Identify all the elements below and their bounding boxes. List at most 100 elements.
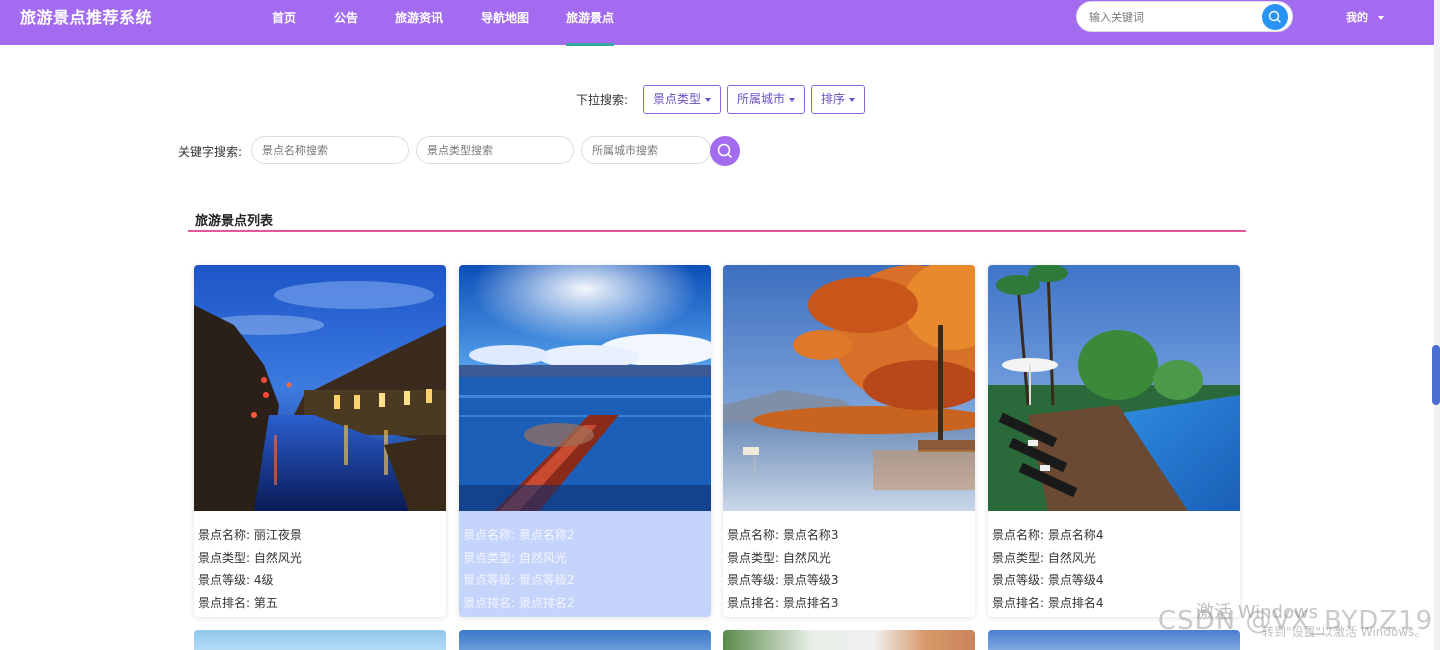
attraction-type: 自然风光 — [518, 550, 567, 565]
attraction-card-6[interactable] — [459, 630, 711, 650]
attraction-name-search-input[interactable] — [251, 136, 409, 164]
city-search-input[interactable] — [581, 136, 711, 164]
attraction-type: 自然风光 — [253, 550, 302, 565]
dropdown-sort-label: 排序 — [821, 92, 846, 106]
dropdown-city[interactable]: 所属城市 — [727, 85, 806, 114]
card-row-level: 景点等级: 4级 — [198, 569, 302, 592]
windows-activate-hint: 转到"设置"以激活 Windows。 — [1262, 625, 1427, 639]
dropdown-city-label: 所属城市 — [737, 92, 786, 106]
level-label: 景点等级: — [727, 573, 783, 587]
attraction-level: 景点等级2 — [518, 573, 575, 587]
search-icon — [717, 143, 732, 158]
attraction-card-7[interactable] — [723, 630, 975, 650]
card-row-type: 景点类型: 自然风光 — [463, 547, 575, 570]
nav-home[interactable]: 首页 — [272, 9, 296, 26]
attraction-card-4[interactable]: 景点名称: 景点名称4 景点类型: 自然风光 景点等级: 景点等级4 景点排名:… — [988, 265, 1240, 617]
type-label: 景点类型: — [198, 550, 254, 565]
card-row-type: 景点类型: 自然风光 — [198, 547, 302, 570]
attraction-image-night-town — [194, 265, 446, 511]
attraction-rank: 第五 — [253, 595, 278, 610]
card-row-level: 景点等级: 景点等级2 — [463, 569, 575, 592]
attraction-image-autumn-lake — [723, 265, 975, 511]
attraction-card-2[interactable]: 景点名称: 景点名称2 景点类型: 自然风光 景点等级: 景点等级2 景点排名:… — [459, 265, 711, 617]
attraction-image-resort-pool — [988, 265, 1240, 511]
card-info: 景点名称: 景点名称4 景点类型: 自然风光 景点等级: 景点等级4 景点排名:… — [992, 524, 1104, 614]
level-label: 景点等级: — [198, 573, 254, 587]
page-scrollbar[interactable] — [1434, 0, 1440, 650]
type-label: 景点类型: — [992, 550, 1048, 565]
attraction-name: 景点名称2 — [518, 528, 575, 542]
nav-attractions[interactable]: 旅游景点 — [566, 9, 614, 26]
card-row-level: 景点等级: 景点等级4 — [992, 569, 1104, 592]
card-row-rank: 景点排名: 景点排名4 — [992, 592, 1104, 615]
card-info: 景点名称: 景点名称2 景点类型: 自然风光 景点等级: 景点等级2 景点排名:… — [463, 524, 575, 614]
name-label: 景点名称: — [727, 528, 783, 542]
attraction-rank: 景点排名3 — [782, 595, 839, 610]
dropdown-sort[interactable]: 排序 — [811, 85, 866, 114]
header-search-input[interactable] — [1089, 8, 1249, 26]
name-label: 景点名称: — [992, 528, 1048, 542]
dropdown-attraction-type[interactable]: 景点类型 — [643, 85, 722, 114]
card-row-type: 景点类型: 自然风光 — [992, 547, 1104, 570]
keyword-search-label: 关键字搜索: — [178, 145, 243, 159]
user-menu[interactable]: 我的 — [1346, 9, 1384, 25]
attraction-level: 4级 — [253, 573, 274, 587]
card-row-name: 景点名称: 景点名称3 — [727, 524, 839, 547]
card-row-level: 景点等级: 景点等级3 — [727, 569, 839, 592]
card-row-rank: 景点排名: 第五 — [198, 592, 302, 615]
attraction-name: 景点名称4 — [1047, 528, 1104, 542]
level-label: 景点等级: — [463, 573, 519, 587]
nav-notice[interactable]: 公告 — [334, 9, 358, 26]
card-row-rank: 景点排名: 景点排名2 — [463, 592, 575, 615]
type-label: 景点类型: — [727, 550, 783, 565]
user-menu-label: 我的 — [1346, 11, 1368, 24]
header-search-button[interactable] — [1262, 4, 1288, 30]
header-search — [1076, 1, 1293, 32]
attraction-level: 景点等级3 — [782, 573, 839, 587]
attraction-name: 景点名称3 — [782, 528, 839, 542]
attraction-card-3[interactable]: 景点名称: 景点名称3 景点类型: 自然风光 景点等级: 景点等级3 景点排名:… — [723, 265, 975, 617]
dropdown-attraction-type-label: 景点类型 — [653, 92, 702, 106]
chevron-down-icon — [705, 97, 712, 102]
search-icon — [1268, 10, 1281, 23]
attraction-type: 自然风光 — [1047, 550, 1096, 565]
nav-map[interactable]: 导航地图 — [481, 9, 529, 26]
section-divider — [188, 230, 1246, 232]
card-row-name: 景点名称: 景点名称2 — [463, 524, 575, 547]
level-label: 景点等级: — [992, 573, 1048, 587]
chevron-down-icon — [789, 97, 796, 102]
rank-label: 景点排名: — [727, 595, 783, 610]
name-label: 景点名称: — [463, 528, 519, 542]
rank-label: 景点排名: — [198, 595, 254, 610]
type-label: 景点类型: — [463, 550, 519, 565]
name-label: 景点名称: — [198, 528, 254, 542]
windows-activate-watermark: 激活 Windows — [1196, 602, 1319, 623]
card-row-type: 景点类型: 自然风光 — [727, 547, 839, 570]
attraction-name: 丽江夜景 — [253, 528, 302, 542]
keyword-search-button[interactable] — [710, 136, 740, 166]
attraction-type: 自然风光 — [782, 550, 831, 565]
attraction-card-1[interactable]: 景点名称: 丽江夜景 景点类型: 自然风光 景点等级: 4级 景点排名: 第五 — [194, 265, 446, 617]
dropdown-search-label: 下拉搜索: — [576, 93, 629, 107]
card-info: 景点名称: 景点名称3 景点类型: 自然风光 景点等级: 景点等级3 景点排名:… — [727, 524, 839, 614]
nav-travel-news[interactable]: 旅游资讯 — [395, 9, 443, 26]
attraction-level: 景点等级4 — [1047, 573, 1104, 587]
card-row-name: 景点名称: 丽江夜景 — [198, 524, 302, 547]
attraction-rank: 景点排名4 — [1047, 595, 1104, 610]
card-row-name: 景点名称: 景点名称4 — [992, 524, 1104, 547]
site-brand[interactable]: 旅游景点推荐系统 — [20, 4, 152, 28]
active-nav-indicator — [566, 43, 614, 46]
top-nav-bar: 旅游景点推荐系统 首页 公告 旅游资讯 导航地图 旅游景点 我的 — [0, 0, 1440, 46]
card-info: 景点名称: 丽江夜景 景点类型: 自然风光 景点等级: 4级 景点排名: 第五 — [198, 524, 302, 614]
chevron-down-icon — [1378, 16, 1384, 20]
attraction-type-search-input[interactable] — [416, 136, 574, 164]
attraction-rank: 景点排名2 — [518, 595, 575, 610]
attraction-image-lake-boat — [459, 265, 711, 511]
card-row-rank: 景点排名: 景点排名3 — [727, 592, 839, 615]
rank-label: 景点排名: — [463, 595, 519, 610]
rank-label: 景点排名: — [992, 595, 1048, 610]
attraction-card-5[interactable] — [194, 630, 446, 650]
scrollbar-thumb[interactable] — [1432, 345, 1440, 405]
chevron-down-icon — [849, 97, 856, 102]
section-title: 旅游景点列表 — [195, 214, 274, 229]
